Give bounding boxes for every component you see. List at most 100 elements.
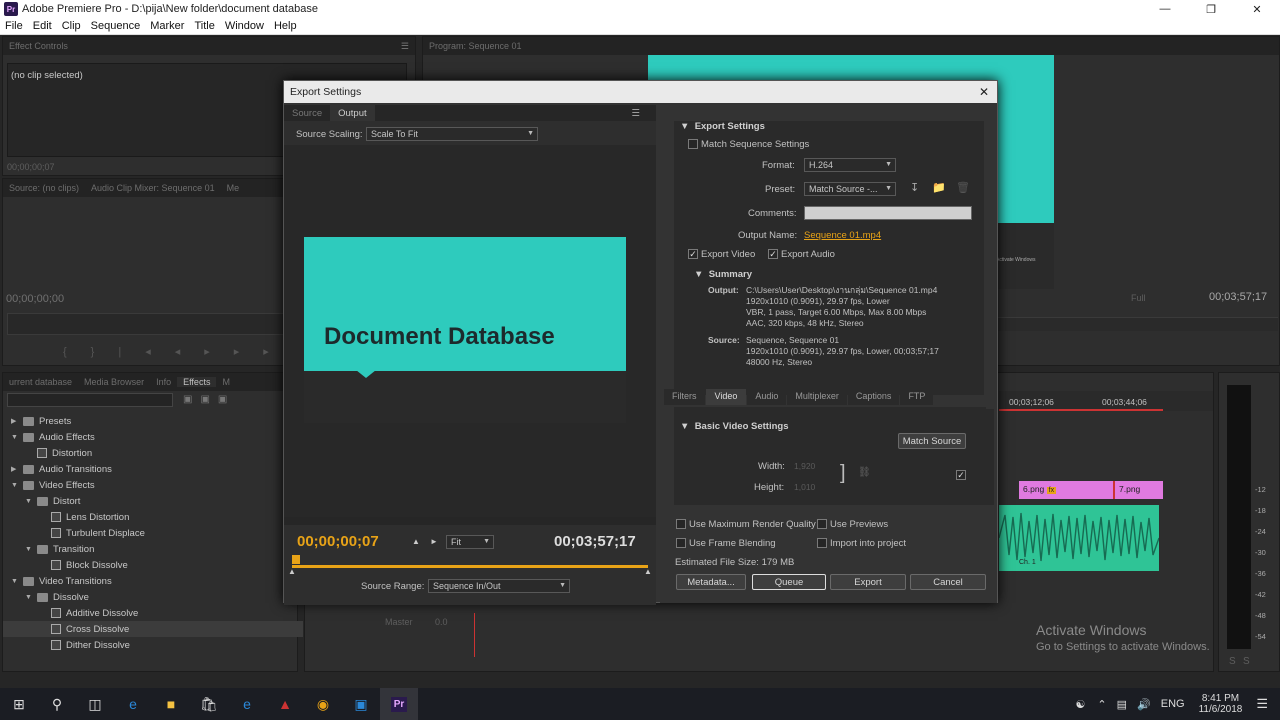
- menu-help[interactable]: Help: [269, 20, 302, 32]
- save-preset-icon[interactable]: ↧: [910, 181, 919, 194]
- tab-effect-controls[interactable]: Effect Controls: [3, 41, 74, 51]
- import-project-checkbox[interactable]: [817, 538, 827, 548]
- range-start-handle-icon[interactable]: ▲: [288, 567, 296, 576]
- width-height-checkbox[interactable]: ✓: [956, 470, 966, 480]
- tab-source[interactable]: Source: (no clips): [3, 183, 85, 193]
- subtab-filters[interactable]: Filters: [664, 389, 705, 405]
- timeline-ruler[interactable]: 00;03;12;06 00;03;44;06: [999, 391, 1213, 411]
- delete-preset-icon[interactable]: 🗑: [956, 181, 970, 194]
- export-settings-header[interactable]: ▼ Export Settings: [680, 121, 765, 132]
- people-icon[interactable]: ☯: [1076, 698, 1086, 711]
- export-range-bar[interactable]: [292, 565, 648, 568]
- use-previews-checkbox[interactable]: [817, 519, 827, 529]
- menu-file[interactable]: File: [0, 20, 28, 32]
- output-name-link[interactable]: Sequence 01.mp4: [804, 230, 881, 241]
- export-video-checkbox[interactable]: ✓: [688, 249, 698, 259]
- panel-menu-icon[interactable]: ☰: [395, 41, 415, 52]
- task-view-icon[interactable]: ◫: [76, 688, 114, 720]
- collapsed-arrow-icon[interactable]: ▶: [11, 465, 19, 473]
- effects-tree-item[interactable]: ▼ Video Effects: [3, 477, 303, 493]
- effects-tree-item[interactable]: ▼ Dissolve: [3, 589, 303, 605]
- effects-tree-item[interactable]: ▼ Audio Effects: [3, 429, 303, 445]
- collapsed-arrow-icon[interactable]: ▶: [11, 417, 19, 425]
- chain-link-icon[interactable]: ⛓: [858, 467, 871, 478]
- tab-export-source[interactable]: Source: [284, 108, 330, 119]
- menu-title[interactable]: Title: [189, 20, 219, 32]
- program-scrubber[interactable]: [998, 317, 1278, 331]
- app-window-icon[interactable]: ▣: [342, 688, 380, 720]
- effects-tree-item[interactable]: ▼ Video Transitions: [3, 573, 303, 589]
- effects-tree-item[interactable]: Dither Dissolve: [3, 637, 303, 653]
- meter-solo-left[interactable]: S: [1229, 656, 1236, 667]
- meter-solo-right[interactable]: S: [1243, 656, 1250, 667]
- volume-icon[interactable]: 🔊: [1137, 698, 1151, 711]
- tab-program[interactable]: Program: Sequence 01: [423, 41, 528, 51]
- export-current-time[interactable]: 00;00;00;07: [297, 533, 379, 550]
- clock[interactable]: 8:41 PM 11/6/2018: [1199, 693, 1243, 715]
- effects-tree-item[interactable]: Distortion: [3, 445, 303, 461]
- tab-export-output[interactable]: Output: [330, 105, 375, 121]
- close-window-button[interactable]: ✕: [1234, 0, 1280, 18]
- range-end-handle-icon[interactable]: ▲: [644, 567, 652, 576]
- export-playhead[interactable]: [292, 555, 300, 564]
- dialog-close-icon[interactable]: ✕: [979, 85, 989, 99]
- effects-tree-item[interactable]: ▼ Distort: [3, 493, 303, 509]
- cancel-button[interactable]: Cancel: [910, 574, 986, 590]
- chrome-icon[interactable]: ◉: [304, 688, 342, 720]
- subtab-ftp[interactable]: FTP: [900, 389, 934, 405]
- msi-icon[interactable]: ▲: [266, 688, 304, 720]
- menu-clip[interactable]: Clip: [57, 20, 86, 32]
- effects-filter-icons[interactable]: ▣▣▣: [183, 394, 235, 405]
- program-zoom-select[interactable]: Full: [1131, 293, 1146, 303]
- edge-icon[interactable]: e: [114, 688, 152, 720]
- effects-tree-item[interactable]: Block Dissolve: [3, 557, 303, 573]
- expanded-arrow-icon[interactable]: ▼: [25, 498, 33, 505]
- height-value[interactable]: 1,010: [794, 482, 815, 492]
- video-clip-6[interactable]: 6.png fx: [1019, 481, 1113, 499]
- preview-fit-select[interactable]: Fit ▼: [446, 535, 494, 549]
- preview-panel-menu-icon[interactable]: ☰: [631, 108, 640, 119]
- subtab-video[interactable]: Video: [705, 389, 747, 405]
- tab-project[interactable]: urrent database: [3, 377, 78, 387]
- menu-marker[interactable]: Marker: [145, 20, 189, 32]
- format-select[interactable]: H.264 ▼: [804, 158, 896, 172]
- effects-tree-item[interactable]: Turbulent Displace: [3, 525, 303, 541]
- export-button[interactable]: Export: [830, 574, 906, 590]
- effects-tree-item[interactable]: ▶ Presets: [3, 413, 303, 429]
- queue-button[interactable]: Queue: [752, 574, 826, 590]
- effects-search-input[interactable]: [7, 393, 173, 407]
- effects-tree-item[interactable]: ▶ Audio Transitions: [3, 461, 303, 477]
- source-scaling-select[interactable]: Scale To Fit ▼: [366, 127, 538, 141]
- max-render-checkbox[interactable]: [676, 519, 686, 529]
- preview-hscroll[interactable]: [284, 517, 656, 525]
- expanded-arrow-icon[interactable]: ▼: [11, 482, 19, 489]
- premiere-taskbar-icon[interactable]: Pr: [380, 688, 418, 720]
- tab-audio-mixer[interactable]: Audio Clip Mixer: Sequence 01: [85, 183, 221, 193]
- menu-sequence[interactable]: Sequence: [86, 20, 146, 32]
- ie-icon[interactable]: e: [228, 688, 266, 720]
- basic-video-header[interactable]: ▼ Basic Video Settings: [680, 421, 789, 432]
- import-preset-icon[interactable]: 📁: [932, 181, 946, 194]
- subtab-multiplexer[interactable]: Multiplexer: [787, 389, 847, 405]
- store-icon[interactable]: 🛍: [190, 688, 228, 720]
- tab-metadata[interactable]: Me: [221, 183, 246, 193]
- source-transport-controls[interactable]: {}|◂◂▸▸▸|: [63, 345, 320, 358]
- tab-info[interactable]: Info: [150, 377, 177, 387]
- metadata-button[interactable]: Metadata...: [676, 574, 746, 590]
- tab-markers[interactable]: M: [216, 377, 236, 387]
- video-clip-7[interactable]: 7.png: [1113, 481, 1163, 499]
- tab-effects[interactable]: Effects: [177, 377, 217, 387]
- search-icon[interactable]: ⚲: [38, 688, 76, 720]
- expanded-arrow-icon[interactable]: ▼: [25, 594, 33, 601]
- network-icon[interactable]: ▤: [1117, 698, 1127, 711]
- source-range-select[interactable]: Sequence In/Out ▼: [428, 579, 570, 593]
- comments-input[interactable]: [804, 206, 972, 220]
- preset-select[interactable]: Match Source -... ▼: [804, 182, 896, 196]
- menu-window[interactable]: Window: [220, 20, 269, 32]
- expanded-arrow-icon[interactable]: ▼: [11, 578, 19, 585]
- minimize-button[interactable]: —: [1142, 0, 1188, 18]
- width-value[interactable]: 1,920: [794, 461, 815, 471]
- match-sequence-checkbox[interactable]: [688, 139, 698, 149]
- effects-tree-item[interactable]: Lens Distortion: [3, 509, 303, 525]
- subtab-captions[interactable]: Captions: [847, 389, 900, 405]
